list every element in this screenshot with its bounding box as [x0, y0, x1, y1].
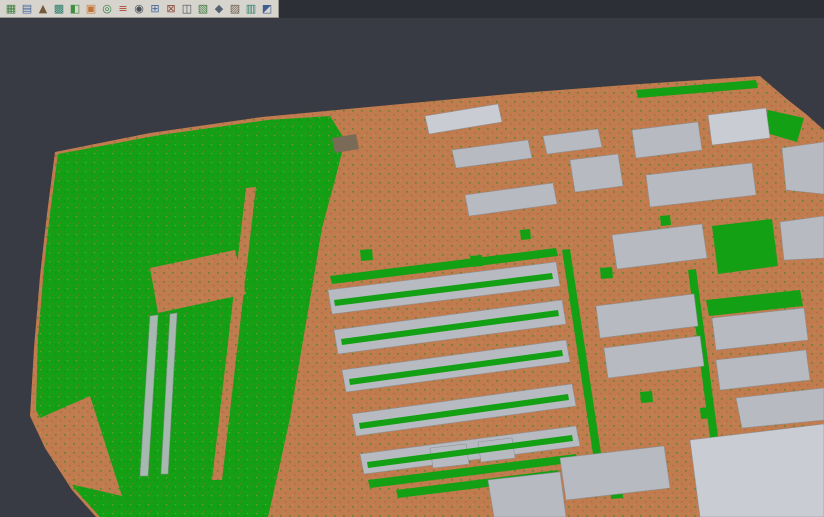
mesh-icon[interactable]: ▩	[51, 1, 67, 17]
point-cloud-render	[0, 18, 824, 517]
list-icon[interactable]: ≡	[115, 1, 131, 17]
table-icon[interactable]: ▤	[19, 1, 35, 17]
grid-view-icon[interactable]: ▦	[3, 1, 19, 17]
diamond-icon[interactable]: ◆	[211, 1, 227, 17]
terrain-icon[interactable]: ▲	[35, 1, 51, 17]
color-box-icon[interactable]: ▣	[83, 1, 99, 17]
hatch-icon[interactable]: ▧	[195, 1, 211, 17]
toolbar-icons: ▦▤▲▩◧▣◎≡◉⊞⊠◫▧◆▨▥◩	[0, 0, 279, 18]
dual-pane-icon[interactable]: ◫	[179, 1, 195, 17]
3d-viewport[interactable]	[0, 18, 824, 517]
header-filler	[279, 0, 824, 18]
record-icon[interactable]: ◉	[131, 1, 147, 17]
add-window-icon[interactable]: ⊞	[147, 1, 163, 17]
close-box-icon[interactable]: ⊠	[163, 1, 179, 17]
target-icon[interactable]: ◎	[99, 1, 115, 17]
header-bar: ▦▤▲▩◧▣◎≡◉⊞⊠◫▧◆▨▥◩	[0, 0, 824, 18]
split-view-icon[interactable]: ◧	[67, 1, 83, 17]
rows-icon[interactable]: ▥	[243, 1, 259, 17]
corner-icon[interactable]: ◩	[259, 1, 275, 17]
app-window: ▦▤▲▩◧▣◎≡◉⊞⊠◫▧◆▨▥◩	[0, 0, 824, 517]
shade-icon[interactable]: ▨	[227, 1, 243, 17]
